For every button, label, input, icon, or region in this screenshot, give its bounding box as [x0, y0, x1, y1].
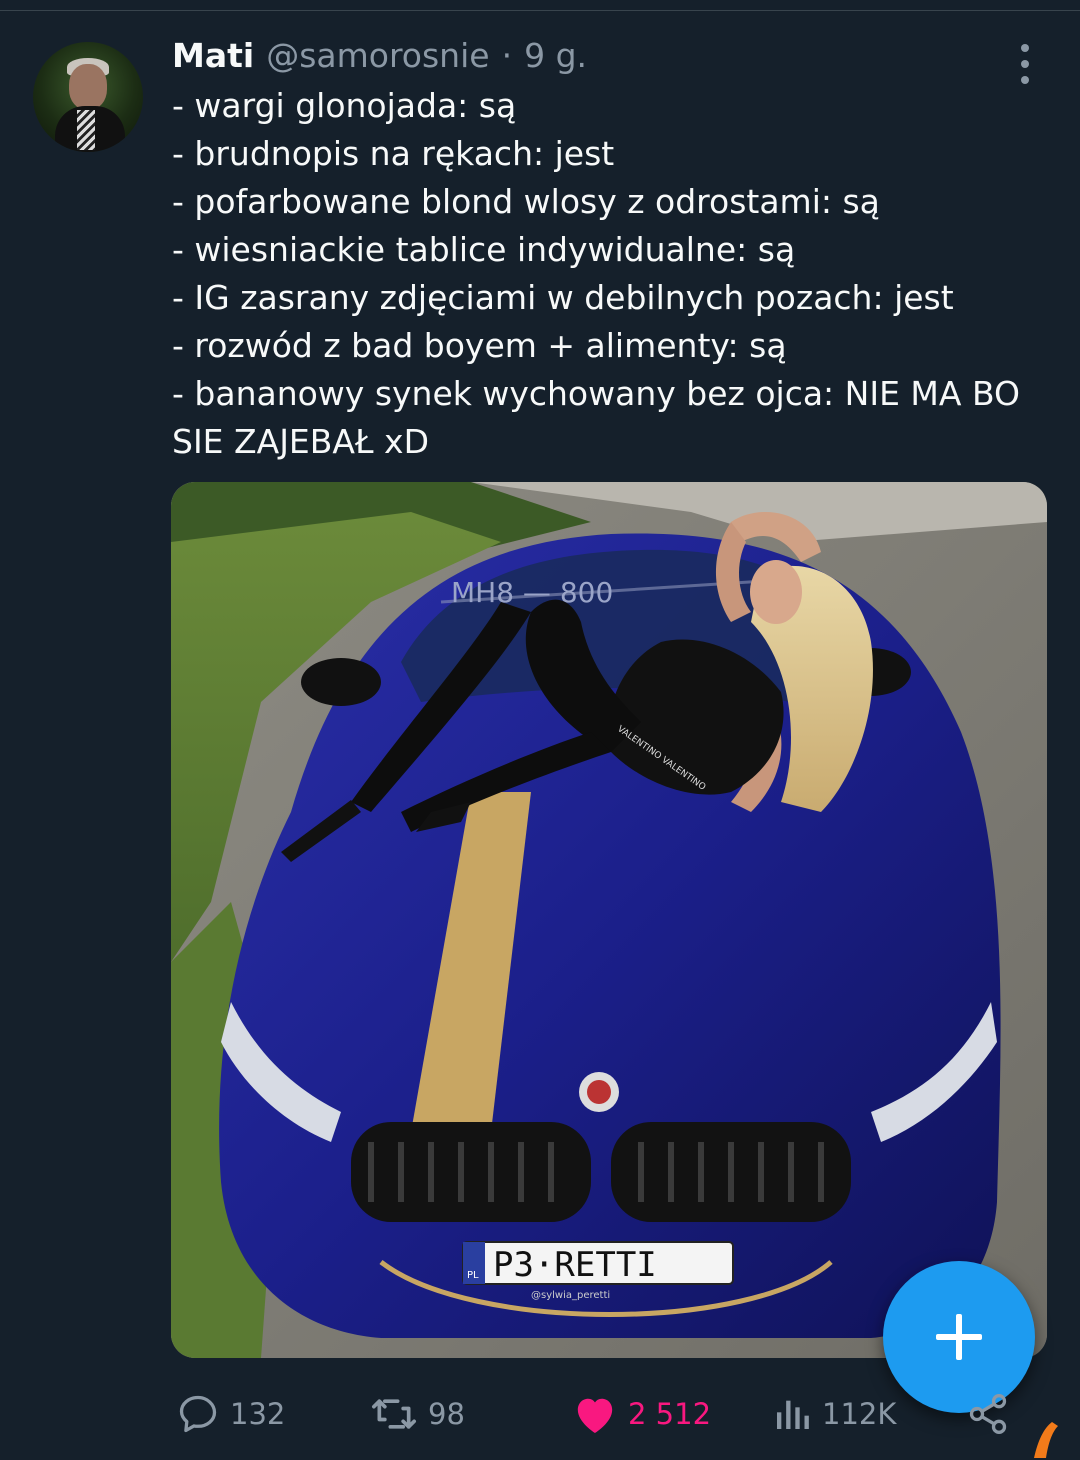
tweet-line: SIE ZAJEBAŁ xD	[172, 422, 429, 461]
tweet-line: - rozwód z bad boyem + alimenty: są	[172, 326, 787, 365]
windshield-text: MH8 — 800	[451, 576, 613, 609]
tweet-photo[interactable]: MH8 — 800 PL P3·RETTI @sylwia_peretti VA…	[171, 482, 1047, 1358]
divider	[0, 10, 1080, 11]
like-button[interactable]: 2 512	[572, 1386, 711, 1442]
like-count: 2 512	[628, 1397, 712, 1431]
views-button[interactable]: 112K	[772, 1386, 896, 1442]
display-name[interactable]: Mati	[172, 36, 254, 75]
reply-icon	[179, 1395, 217, 1433]
tweet: Mati @samorosnie · 9 g. - wargi glonojad…	[0, 0, 1080, 1458]
avatar[interactable]	[33, 42, 143, 152]
tweet-line: - wargi glonojada: są	[172, 86, 517, 125]
tweet-actions: 132 98 2 512 112K	[0, 1386, 1080, 1446]
tweet-line: - IG zasrany zdjęciami w debilnych pozac…	[172, 278, 954, 317]
user-handle[interactable]: @samorosnie	[266, 36, 489, 75]
reply-count: 132	[230, 1397, 286, 1431]
retweet-icon	[372, 1399, 416, 1429]
edge-indicator	[1034, 1422, 1058, 1458]
plate-text: P3·RETTI	[493, 1245, 657, 1285]
tweet-line: - bananowy synek wychowany bez ojca: NIE…	[172, 374, 1020, 413]
photo-illustration: MH8 — 800 PL P3·RETTI @sylwia_peretti VA…	[171, 482, 1047, 1358]
views-icon	[777, 1400, 809, 1429]
retweet-button[interactable]: 98	[370, 1386, 465, 1442]
timestamp[interactable]: 9 g.	[524, 36, 587, 75]
plus-icon	[936, 1314, 982, 1360]
more-vertical-icon[interactable]	[1010, 44, 1040, 84]
avatar-shirt	[77, 110, 95, 150]
avatar-face	[69, 64, 107, 110]
tweet-header: Mati @samorosnie · 9 g.	[172, 36, 587, 80]
separator-dot: ·	[501, 36, 513, 75]
tweet-line: - pofarbowane blond wlosy z odrostami: s…	[172, 182, 880, 221]
tweet-line: - brudnopis na rękach: jest	[172, 134, 615, 173]
share-button[interactable]	[966, 1386, 1010, 1442]
plate-country: PL	[467, 1270, 479, 1281]
reply-button[interactable]: 132	[176, 1386, 285, 1442]
retweet-count: 98	[428, 1397, 465, 1431]
tweet-text: - wargi glonojada: są - brudnopis na ręk…	[172, 82, 1042, 466]
share-icon	[969, 1394, 1007, 1434]
heart-icon	[577, 1398, 613, 1434]
tweet-line: - wiesniackie tablice indywidualne: są	[172, 230, 796, 269]
views-count: 112K	[822, 1397, 897, 1431]
plate-subtext: @sylwia_peretti	[531, 1290, 610, 1301]
